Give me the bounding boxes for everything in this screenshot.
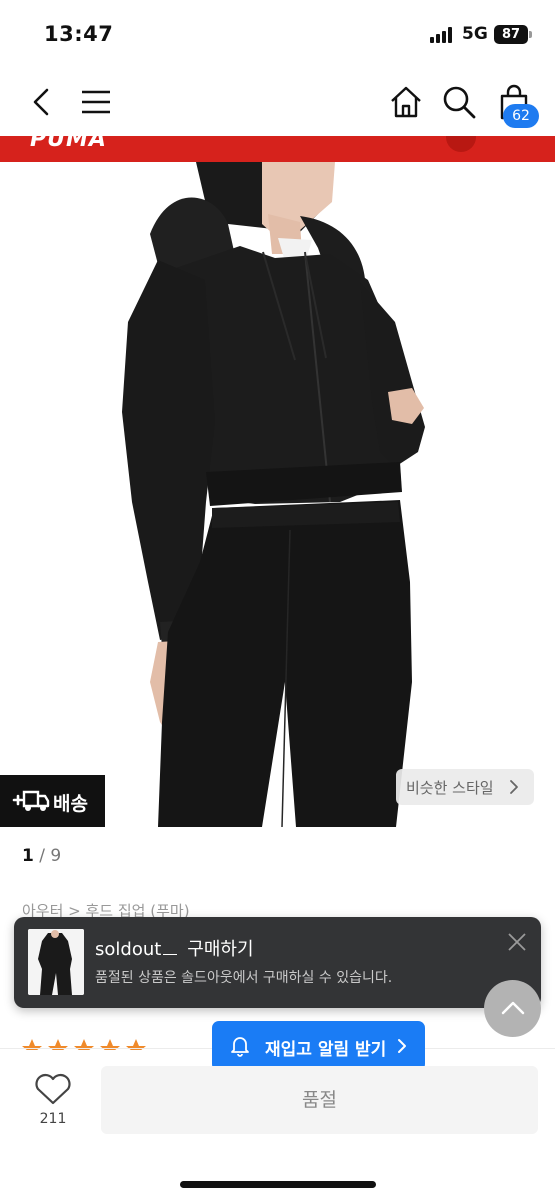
similar-style-button[interactable]: 비슷한 스타일 bbox=[396, 769, 534, 805]
delivery-label: 배송 bbox=[53, 793, 88, 815]
popup-brand: soldout bbox=[95, 939, 162, 960]
chevron-right-icon bbox=[510, 780, 518, 794]
brand-logo: PUMA bbox=[30, 136, 107, 152]
top-nav-bar bbox=[0, 72, 555, 134]
popup-thumbnail bbox=[28, 929, 84, 995]
arrow-up-icon bbox=[501, 1001, 525, 1015]
pager-current: 1 bbox=[22, 846, 34, 866]
battery-tip bbox=[529, 31, 532, 38]
truck-icon bbox=[12, 790, 50, 811]
popup-title: soldout 구매하기 bbox=[95, 935, 254, 961]
pager-separator: / bbox=[33, 846, 51, 866]
brand-banner: PUMA bbox=[0, 136, 555, 162]
status-bar: 13:47 5G 87 bbox=[0, 0, 555, 70]
image-pager: 1 / 9 bbox=[22, 846, 61, 866]
like-button[interactable]: 211 bbox=[30, 1073, 76, 1133]
battery-icon: 87 bbox=[494, 25, 528, 44]
soldout-popup[interactable]: soldout 구매하기 품절된 상품은 솔드아웃에서 구매하실 수 있습니다. bbox=[14, 917, 541, 1008]
delivery-badge: 배송 bbox=[0, 775, 105, 827]
search-icon[interactable] bbox=[439, 82, 479, 122]
bell-icon bbox=[231, 1037, 249, 1057]
restock-label: 재입고 알림 받기 bbox=[265, 1040, 387, 1060]
brand-decoration bbox=[446, 136, 476, 152]
cart-count-badge: 62 bbox=[503, 104, 539, 128]
product-image[interactable] bbox=[0, 162, 555, 827]
restock-alert-button[interactable]: 재입고 알림 받기 bbox=[212, 1021, 425, 1071]
popup-description: 품절된 상품은 솔드아웃에서 구매하실 수 있습니다. bbox=[95, 970, 393, 986]
network-type: 5G bbox=[462, 24, 488, 44]
signal-icon bbox=[430, 27, 454, 43]
back-icon[interactable] bbox=[22, 82, 62, 122]
status-time: 13:47 bbox=[44, 22, 114, 46]
popup-brand-underline bbox=[163, 954, 178, 955]
popup-action: 구매하기 bbox=[187, 939, 254, 960]
similar-style-label: 비슷한 스타일 bbox=[406, 779, 494, 797]
scroll-top-button[interactable] bbox=[484, 980, 541, 1037]
pager-total: 9 bbox=[50, 846, 62, 866]
chevron-right-icon bbox=[398, 1039, 406, 1053]
heart-icon bbox=[35, 1073, 71, 1105]
home-indicator bbox=[180, 1181, 376, 1188]
like-count: 211 bbox=[39, 1111, 67, 1127]
home-icon[interactable] bbox=[386, 82, 426, 122]
soldout-button[interactable]: 품절 bbox=[101, 1066, 538, 1134]
menu-icon[interactable] bbox=[76, 82, 116, 122]
close-icon[interactable] bbox=[506, 931, 528, 953]
product-photo bbox=[122, 162, 425, 827]
